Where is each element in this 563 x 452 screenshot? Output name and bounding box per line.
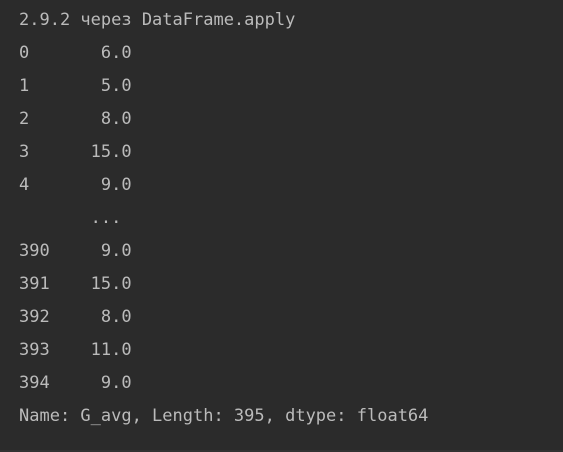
series-row: 4 9.0 [19, 175, 132, 195]
console-output: 2.9.2 через DataFrame.apply 0 6.0 1 5.0 … [0, 0, 563, 452]
series-row: 1 5.0 [19, 76, 132, 96]
series-row: 2 8.0 [19, 109, 132, 129]
series-footer: Name: G_avg, Length: 395, dtype: float64 [19, 406, 429, 426]
series-row: 393 11.0 [19, 340, 132, 360]
series-row: 3 15.0 [19, 142, 132, 162]
series-row: 392 8.0 [19, 307, 132, 327]
ellipsis-row: ... [19, 208, 122, 228]
series-row: 394 9.0 [19, 373, 132, 393]
output-header: 2.9.2 через DataFrame.apply [19, 10, 296, 30]
series-row: 0 6.0 [19, 43, 132, 63]
series-row: 390 9.0 [19, 241, 132, 261]
series-row: 391 15.0 [19, 274, 132, 294]
